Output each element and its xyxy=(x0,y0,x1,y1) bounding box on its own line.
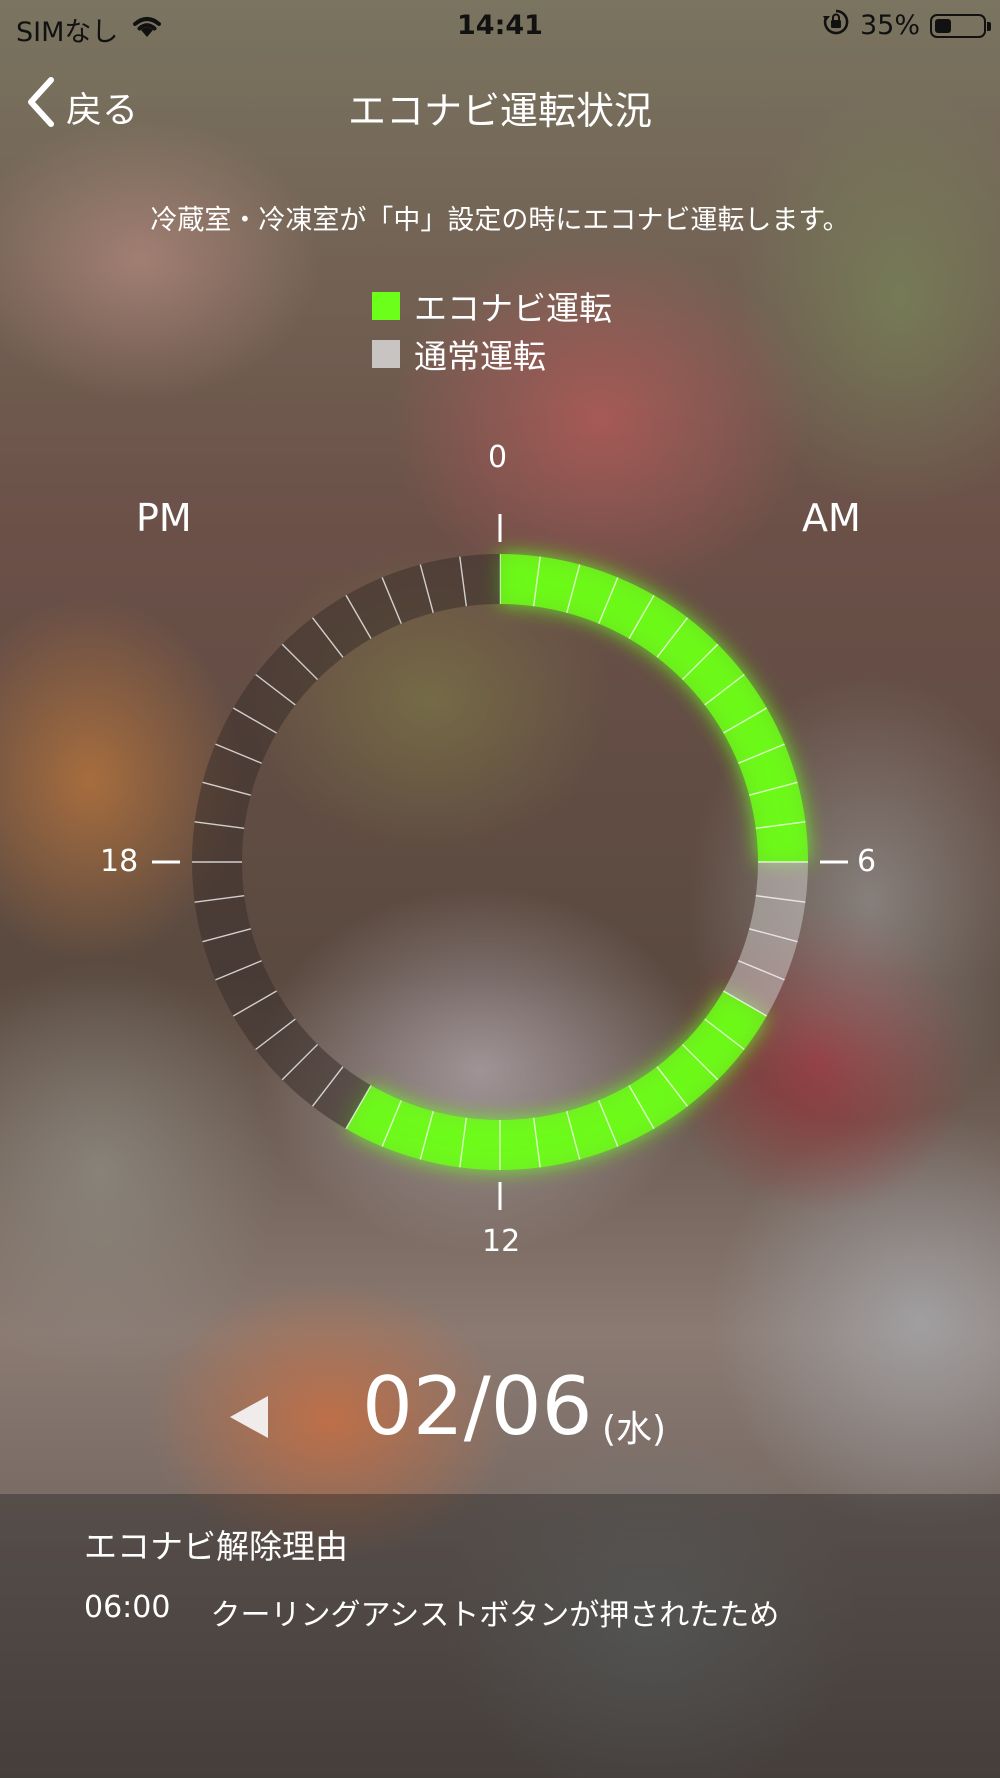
status-right-group: 35% xyxy=(822,8,991,43)
clock-chart: 0 6 12 18 AM PM xyxy=(0,440,1000,1260)
clock-label-pm: PM xyxy=(136,496,192,540)
battery-percent: 35% xyxy=(859,10,920,41)
battery-fill xyxy=(935,18,952,33)
battery-icon xyxy=(930,13,991,38)
release-reason-time: 06:00 xyxy=(84,1590,171,1625)
legend: エコナビ運転 通常運転 xyxy=(372,282,612,378)
date-selector: 02/06 (水) xyxy=(0,1360,1000,1460)
release-reason-panel: エコナビ解除理由 06:00 クーリングアシストボタンが押されたため xyxy=(0,1494,1000,1778)
clock-label-0: 0 xyxy=(488,440,508,475)
legend-item-econavi: エコナビ運転 xyxy=(372,282,612,330)
navigation-bar: 戻る エコナビ運転状況 xyxy=(0,60,1000,140)
clock-label-18: 18 xyxy=(100,844,139,879)
clock-chart-svg xyxy=(152,514,848,1210)
description-text: 冷蔵室・冷凍室が「中」設定の時にエコナビ運転します。 xyxy=(150,205,850,236)
weekday-label: (水) xyxy=(602,1409,667,1450)
legend-label-econavi: エコナビ運転 xyxy=(414,289,612,328)
release-reason-title: エコナビ解除理由 xyxy=(84,1527,348,1566)
page-title: エコナビ運転状況 xyxy=(347,89,652,133)
legend-swatch-econavi xyxy=(372,292,400,320)
legend-label-normal: 通常運転 xyxy=(414,337,546,376)
orientation-lock-icon xyxy=(822,8,850,43)
econavi-segments-group xyxy=(346,554,809,1170)
date-label: 02/06 xyxy=(362,1360,593,1453)
status-bar: SIMなし 14:41 35% xyxy=(0,0,1000,50)
triangle-left-icon[interactable] xyxy=(230,1396,268,1438)
clock-label-am: AM xyxy=(802,496,861,540)
release-reason-item: 06:00 クーリングアシストボタンが押されたため xyxy=(84,1590,779,1634)
legend-item-normal: 通常運転 xyxy=(372,330,612,378)
clock-label-6: 6 xyxy=(857,844,877,879)
release-reason-text: クーリングアシストボタンが押されたため xyxy=(210,1598,780,1633)
clock-label-12: 12 xyxy=(482,1224,521,1259)
legend-swatch-normal xyxy=(372,340,400,368)
